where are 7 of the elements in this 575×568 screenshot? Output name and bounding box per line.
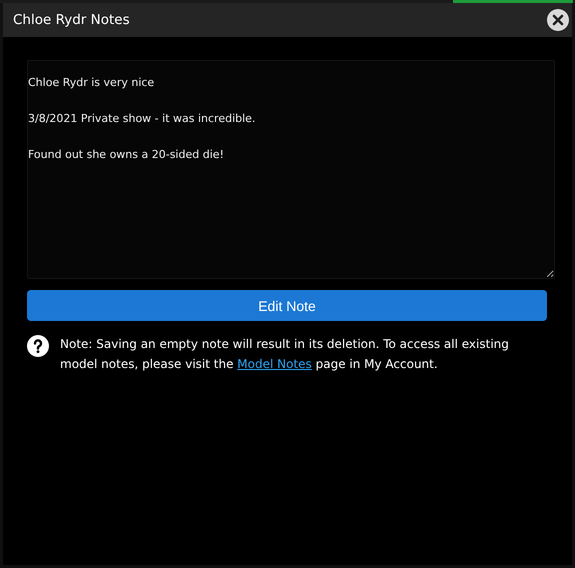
close-icon[interactable] — [547, 9, 569, 31]
window-title: Chloe Rydr Notes — [13, 12, 130, 28]
help-icon — [27, 335, 49, 357]
edit-note-button[interactable]: Edit Note — [27, 290, 547, 321]
model-notes-link[interactable]: Model Notes — [237, 357, 312, 371]
note-field[interactable]: Chloe Rydr is very nice 3/8/2021 Private show - it was incredible. Found out she owns a 20-sided die! — [27, 60, 555, 279]
info-text: Note: Saving an empty note will result in its deletion. To access all existing model notes, please visit the Model Notes page in My Account. — [60, 336, 510, 373]
